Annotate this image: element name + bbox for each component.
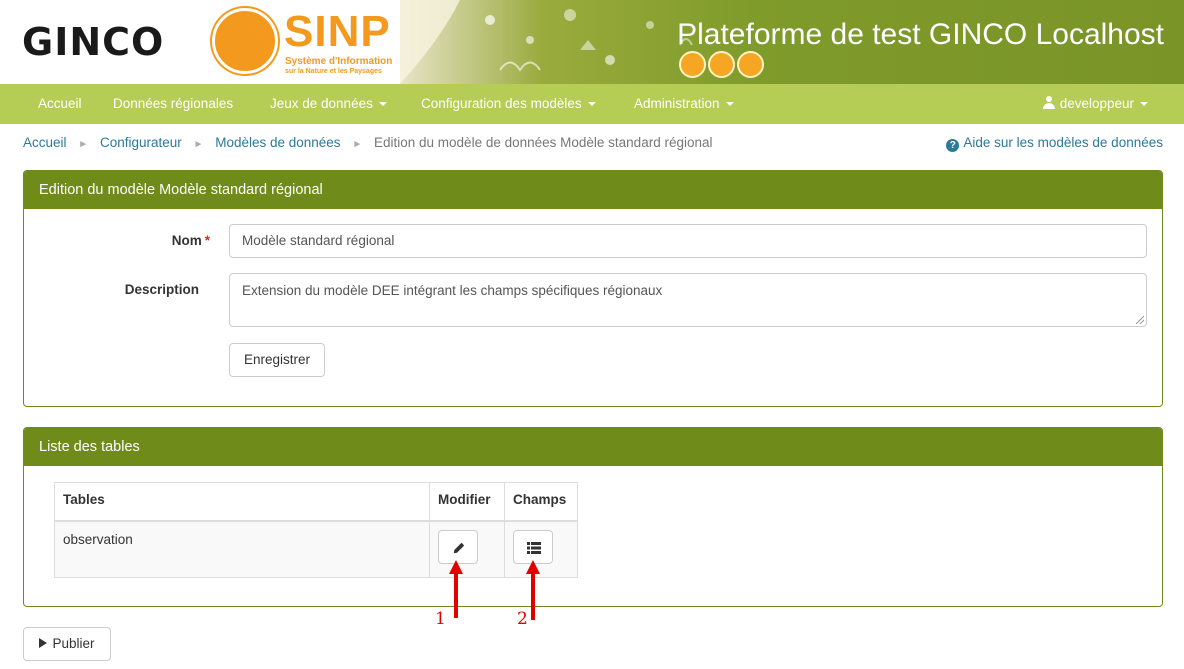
description-textarea[interactable]: Extension du modèle DEE intégrant les ch…: [229, 273, 1147, 327]
description-label: Description: [124, 282, 199, 297]
table-fields-button[interactable]: [513, 529, 553, 564]
nav-item-administration[interactable]: Administration: [634, 84, 734, 124]
table-name-cell: observation: [54, 520, 430, 578]
save-button[interactable]: Enregistrer: [229, 343, 325, 377]
caret-down-icon: [1140, 102, 1148, 107]
main-navbar: Accueil Données régionales Jeux de donné…: [0, 84, 1184, 124]
question-circle-icon: ?: [946, 139, 960, 152]
table-header-row: Tables Modifier Champs: [54, 482, 578, 522]
name-label-text: Nom: [171, 233, 202, 248]
nav-label: Données régionales: [113, 96, 234, 111]
pencil-icon: [453, 542, 465, 553]
caret-down-icon: [587, 102, 596, 107]
nav-label: Jeux de données: [270, 96, 373, 111]
annotation-arrow-up-icon: [449, 560, 463, 618]
nav-label: Accueil: [38, 96, 82, 111]
caret-down-icon: [725, 102, 734, 107]
help-link[interactable]: ? Aide sur les modèles de données: [946, 134, 1163, 152]
name-label: Nom *: [24, 233, 210, 248]
name-input[interactable]: Modèle standard régional: [229, 224, 1147, 258]
platform-badges: [679, 51, 764, 78]
header-banner: GINCO SINP Système d'Information sur la …: [0, 0, 1184, 84]
nav-item-donnees-regionales[interactable]: Données régionales: [113, 84, 233, 124]
caret-down-icon: [378, 102, 387, 107]
sinp-logo-title: SINP: [284, 7, 391, 56]
ginco-logo[interactable]: GINCO: [22, 22, 164, 62]
resize-grip-icon[interactable]: [1136, 316, 1144, 324]
column-header-tables: Tables: [54, 482, 430, 522]
badge-icon: [708, 51, 735, 78]
breadcrumb-separator-icon: ►: [78, 139, 89, 150]
edit-cell: [429, 520, 505, 578]
breadcrumb-current: Edition du modèle de données Modèle stan…: [374, 135, 713, 150]
breadcrumb-link-accueil[interactable]: Accueil: [23, 135, 67, 150]
nature-silhouettes-decoration: [400, 0, 693, 84]
fields-cell: [504, 520, 578, 578]
required-mark: *: [204, 233, 210, 248]
user-name: developpeur: [1059, 96, 1134, 111]
breadcrumb-link-modeles[interactable]: Modèles de données: [215, 135, 340, 150]
breadcrumb-separator-icon: ►: [193, 139, 204, 150]
sinp-seal-logo: [212, 8, 278, 74]
description-text: Extension du modèle DEE intégrant les ch…: [242, 283, 663, 298]
panel-title: Edition du modèle Modèle standard région…: [24, 171, 1162, 209]
help-link-label: Aide sur les modèles de données: [963, 135, 1163, 150]
nav-user-menu[interactable]: developpeur: [1042, 84, 1148, 124]
nav-item-jeux-de-donnees[interactable]: Jeux de données: [270, 84, 387, 124]
sinp-logo-subtitle-2: sur la Nature et les Paysages: [285, 68, 382, 75]
site-title: Plateforme de test GINCO Localhost: [677, 18, 1164, 51]
badge-icon: [737, 51, 764, 78]
annotation-label-2: 2: [517, 609, 528, 629]
column-header-modifier: Modifier: [429, 482, 505, 522]
tables-list-panel: Liste des tables Tables Modifier Champs …: [23, 427, 1163, 607]
breadcrumb-link-configurateur[interactable]: Configurateur: [100, 135, 182, 150]
annotation-label-1: 1: [435, 609, 446, 629]
tables-table: Tables Modifier Champs observation: [54, 482, 578, 578]
nav-item-configuration-des-modeles[interactable]: Configuration des modèles: [421, 84, 596, 124]
table-row: observation: [54, 520, 578, 578]
play-icon: [39, 638, 48, 648]
edit-model-panel: Edition du modèle Modèle standard région…: [23, 170, 1163, 407]
panel-title: Liste des tables: [24, 428, 1162, 466]
nav-item-accueil[interactable]: Accueil: [38, 84, 82, 124]
user-icon: [1042, 96, 1055, 109]
list-icon: [527, 541, 541, 554]
breadcrumb-separator-icon: ►: [352, 139, 363, 150]
column-header-champs: Champs: [504, 482, 578, 522]
breadcrumb: Accueil ► Configurateur ► Modèles de don…: [23, 134, 713, 152]
edit-table-button[interactable]: [438, 529, 478, 564]
publish-button-label: Publier: [52, 636, 95, 651]
ginco-logo-text: GINCO: [22, 20, 165, 64]
badge-icon: [679, 51, 706, 78]
sinp-logo-subtitle: Système d'Information: [285, 56, 393, 67]
nav-label: Configuration des modèles: [421, 96, 582, 111]
nav-label: Administration: [634, 96, 720, 111]
publish-button[interactable]: Publier: [23, 627, 111, 661]
